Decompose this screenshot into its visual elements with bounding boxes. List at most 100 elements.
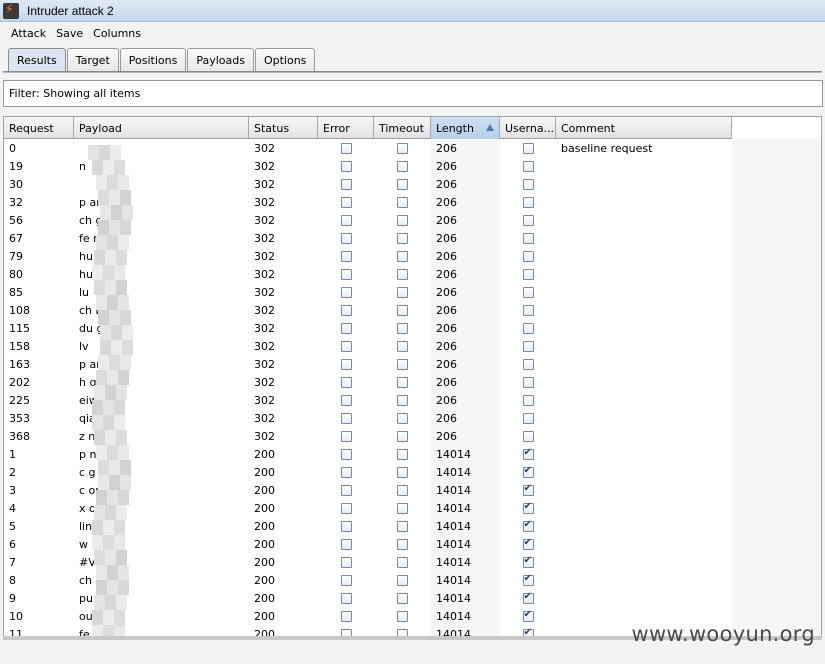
table-row[interactable]: 202 h qian 302 206 [4,373,732,391]
checkbox[interactable] [340,304,352,316]
checkbox[interactable] [522,430,534,442]
checkbox[interactable] [522,268,534,280]
checkbox[interactable] [522,214,534,226]
checkbox[interactable] [522,447,534,460]
checkbox[interactable] [522,573,534,586]
table-row[interactable]: 67 fe ming 302 206 [4,229,732,247]
checkbox[interactable] [397,232,408,244]
checkbox[interactable] [522,232,534,244]
checkbox[interactable] [397,304,408,316]
table-row[interactable]: 6 w ing 200 14014 [4,535,732,553]
menu-attack[interactable]: Attack [6,25,51,42]
col-comment[interactable]: Comment [556,117,732,139]
table-row[interactable]: 8 ch shi 200 14014 [4,571,732,589]
checkbox[interactable] [340,160,352,172]
checkbox[interactable] [397,556,408,568]
menu-columns[interactable]: Columns [88,25,146,42]
checkbox[interactable] [397,538,408,550]
table-row[interactable]: 225 eiwei 302 206 [4,391,732,409]
checkbox[interactable] [522,322,534,334]
table-row[interactable]: 10 ouy mei 200 14014 [4,607,732,625]
col-status[interactable]: Status [249,117,318,139]
checkbox[interactable] [397,322,408,334]
col-request[interactable]: Request [4,117,74,139]
checkbox[interactable] [340,574,352,586]
checkbox[interactable] [522,142,534,154]
checkbox[interactable] [522,196,534,208]
table-row[interactable]: 30 302 206 [4,175,732,193]
table-row[interactable]: 353 qian 302 206 [4,409,732,427]
checkbox[interactable] [340,556,352,568]
checkbox[interactable] [340,484,352,496]
checkbox[interactable] [522,465,534,478]
checkbox[interactable] [522,591,534,604]
checkbox[interactable] [522,519,534,532]
tab-target[interactable]: Target [66,48,119,72]
checkbox[interactable] [397,358,408,370]
table-row[interactable]: 2 c g 200 14014 [4,463,732,481]
table-row[interactable]: 56 ch gwei 302 206 [4,211,732,229]
checkbox[interactable] [397,268,408,280]
checkbox[interactable] [397,502,408,514]
table-row[interactable]: 9 pu 200 14014 [4,589,732,607]
checkbox[interactable] [397,520,408,532]
checkbox[interactable] [397,394,408,406]
checkbox[interactable] [397,376,408,388]
table-row[interactable]: 158 lv 302 206 [4,337,732,355]
checkbox[interactable] [340,412,352,424]
checkbox[interactable] [397,286,408,298]
checkbox[interactable] [340,322,352,334]
checkbox[interactable] [397,160,408,172]
checkbox[interactable] [340,592,352,604]
checkbox[interactable] [340,520,352,532]
checkbox[interactable] [522,412,534,424]
checkbox[interactable] [522,160,534,172]
checkbox[interactable] [522,537,534,550]
table-row[interactable]: 85 lu 302 206 [4,283,732,301]
checkbox[interactable] [340,268,352,280]
checkbox[interactable] [340,286,352,298]
tab-positions[interactable]: Positions [119,48,187,72]
table-row[interactable]: 163 p an 302 206 [4,355,732,373]
checkbox[interactable] [340,430,352,442]
checkbox[interactable] [340,394,352,406]
checkbox[interactable] [340,232,352,244]
checkbox[interactable] [397,574,408,586]
checkbox[interactable] [340,448,352,460]
tab-payloads[interactable]: Payloads [187,48,254,72]
table-row[interactable]: 368 z nin 302 206 [4,427,732,445]
checkbox[interactable] [522,178,534,190]
checkbox[interactable] [397,412,408,424]
checkbox[interactable] [397,178,408,190]
checkbox[interactable] [340,214,352,226]
table-row[interactable]: 5 lin 200 14014 [4,517,732,535]
checkbox[interactable] [397,142,408,154]
checkbox[interactable] [522,609,534,622]
table-row[interactable]: 80 hu . 302 206 [4,265,732,283]
checkbox[interactable] [522,394,534,406]
checkbox[interactable] [340,340,352,352]
checkbox[interactable] [397,610,408,622]
checkbox[interactable] [397,592,408,604]
checkbox[interactable] [397,250,408,262]
checkbox[interactable] [522,483,534,496]
table-row[interactable]: 3 c ong 200 14014 [4,481,732,499]
checkbox[interactable] [340,250,352,262]
col-length[interactable]: Length [431,117,500,139]
table-row[interactable]: 0 302 206 baseline request [4,139,732,157]
table-row[interactable]: 19 n 302 206 [4,157,732,175]
checkbox[interactable] [522,340,534,352]
checkbox[interactable] [340,466,352,478]
checkbox[interactable] [522,376,534,388]
checkbox[interactable] [340,610,352,622]
checkbox[interactable] [522,304,534,316]
table-row[interactable]: 79 hu n 302 206 [4,247,732,265]
table-row[interactable]: 32 p an 302 206 [4,193,732,211]
checkbox[interactable] [522,358,534,370]
checkbox[interactable] [397,196,408,208]
checkbox[interactable] [522,250,534,262]
checkbox[interactable] [522,286,534,298]
checkbox[interactable] [340,538,352,550]
table-row[interactable]: 4 x ong 200 14014 [4,499,732,517]
checkbox[interactable] [522,555,534,568]
